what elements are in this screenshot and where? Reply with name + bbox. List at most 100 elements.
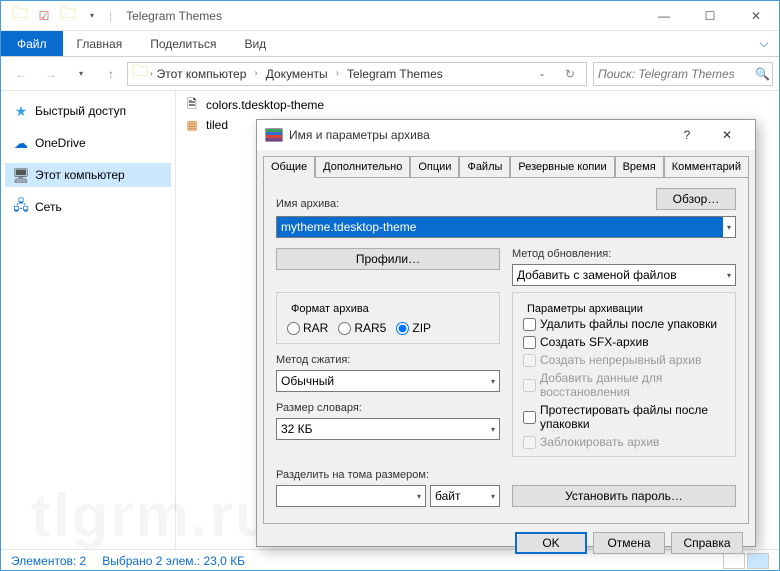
- tab-home[interactable]: Главная: [63, 31, 137, 56]
- split-label: Разделить на тома размером:: [276, 469, 500, 481]
- tab-backup[interactable]: Резервные копии: [510, 156, 614, 177]
- check-solid: Создать непрерывный архив: [523, 351, 725, 369]
- browse-button[interactable]: Обзор…: [656, 188, 736, 210]
- dialog-tabs: Общие Дополнительно Опции Файлы Резервны…: [257, 150, 755, 177]
- close-button[interactable]: ✕: [733, 1, 779, 31]
- dialog-titlebar: Имя и параметры архива ? ✕: [257, 120, 755, 150]
- archive-format-label: Формат архива: [287, 303, 373, 315]
- sidebar-item-onedrive[interactable]: ☁ OneDrive: [5, 131, 171, 155]
- search-input[interactable]: [598, 67, 755, 81]
- folder-icon: 🗀: [130, 64, 150, 84]
- file-name: colors.tdesktop-theme: [206, 98, 324, 112]
- window-title: Telegram Themes: [126, 9, 222, 23]
- tab-share[interactable]: Поделиться: [136, 31, 230, 56]
- compression-value: Обычный: [281, 374, 334, 388]
- compression-label: Метод сжатия:: [276, 354, 500, 366]
- dialog-help-button[interactable]: ?: [667, 120, 707, 150]
- tab-file[interactable]: Файл: [1, 31, 63, 56]
- window-controls: — ☐ ✕: [641, 1, 779, 31]
- sidebar-item-label: Быстрый доступ: [35, 104, 126, 118]
- profiles-button[interactable]: Профили…: [276, 248, 500, 270]
- cancel-button[interactable]: Отмена: [593, 532, 665, 554]
- check-delete-after[interactable]: Удалить файлы после упаковки: [523, 315, 725, 333]
- archive-format-group: Формат архива RAR RAR5 ZIP: [276, 292, 500, 344]
- cloud-icon: ☁: [13, 135, 29, 151]
- computer-icon: 🖥: [13, 167, 29, 183]
- document-icon: 🗎: [184, 97, 200, 113]
- up-button[interactable]: ↑: [97, 60, 125, 88]
- navigation-bar: ← → ▾ ↑ 🗀 › Этот компьютер› Документы› T…: [1, 57, 779, 91]
- winrar-icon: [265, 126, 283, 144]
- breadcrumb-docs[interactable]: Документы: [262, 67, 332, 81]
- quick-access-toolbar: 🗀 ☑ 🗀 ▾ |: [9, 5, 116, 27]
- breadcrumb-folder[interactable]: Telegram Themes: [343, 67, 447, 81]
- split-unit-value: байт: [435, 489, 460, 503]
- check-sfx[interactable]: Создать SFX-архив: [523, 333, 725, 351]
- breadcrumb-dropdown-icon[interactable]: ⌄: [528, 60, 556, 88]
- status-item-count: Элементов: 2: [11, 554, 86, 568]
- sidebar-item-label: OneDrive: [35, 136, 86, 150]
- sidebar: ★ Быстрый доступ ☁ OneDrive 🖥 Этот компь…: [1, 91, 176, 549]
- archive-dialog: Имя и параметры архива ? ✕ Общие Дополни…: [256, 119, 756, 547]
- split-unit-select[interactable]: байт▾: [430, 485, 500, 507]
- status-selection: Выбрано 2 элем.: 23,0 КБ: [102, 554, 245, 568]
- explorer-titlebar: 🗀 ☑ 🗀 ▾ | Telegram Themes — ☐ ✕: [1, 1, 779, 31]
- file-item[interactable]: 🗎 colors.tdesktop-theme: [180, 95, 775, 115]
- update-method-select[interactable]: Добавить с заменой файлов▾: [512, 264, 736, 286]
- archive-params-group: Параметры архивации Удалить файлы после …: [512, 292, 736, 457]
- forward-button[interactable]: →: [37, 60, 65, 88]
- update-method-label: Метод обновления:: [512, 248, 736, 260]
- dictionary-label: Размер словаря:: [276, 402, 500, 414]
- back-button[interactable]: ←: [7, 60, 35, 88]
- archive-params-label: Параметры архивации: [523, 303, 647, 315]
- qat-dropdown-icon[interactable]: ▾: [81, 5, 103, 27]
- sidebar-item-network[interactable]: 🖧 Сеть: [5, 195, 171, 219]
- radio-rar5[interactable]: RAR5: [338, 321, 386, 335]
- checkmark-icon[interactable]: ☑: [33, 5, 55, 27]
- tab-options[interactable]: Опции: [410, 156, 459, 177]
- search-box[interactable]: 🔍: [593, 62, 773, 86]
- ribbon-expand-icon[interactable]: ⌵: [749, 31, 779, 56]
- folder-icon-2: 🗀: [57, 5, 79, 27]
- sidebar-item-pc[interactable]: 🖥 Этот компьютер: [5, 163, 171, 187]
- tab-advanced[interactable]: Дополнительно: [315, 156, 410, 177]
- file-name: tiled: [206, 118, 228, 132]
- dictionary-select[interactable]: 32 КБ▾: [276, 418, 500, 440]
- ok-button[interactable]: OK: [515, 532, 587, 554]
- dialog-title: Имя и параметры архива: [289, 128, 667, 142]
- minimize-button[interactable]: —: [641, 1, 687, 31]
- tab-files[interactable]: Файлы: [459, 156, 510, 177]
- dialog-body: Имя архива: Обзор… mytheme.tdesktop-them…: [263, 177, 749, 524]
- set-password-button[interactable]: Установить пароль…: [512, 485, 736, 507]
- dictionary-value: 32 КБ: [281, 422, 313, 436]
- search-icon[interactable]: 🔍: [755, 67, 770, 81]
- tab-time[interactable]: Время: [615, 156, 664, 177]
- breadcrumb-pc[interactable]: Этот компьютер: [153, 67, 251, 81]
- history-dropdown[interactable]: ▾: [67, 60, 95, 88]
- star-icon: ★: [13, 103, 29, 119]
- dialog-footer: OK Отмена Справка: [257, 524, 755, 562]
- folder-icon: 🗀: [9, 5, 31, 27]
- network-icon: 🖧: [13, 199, 29, 215]
- compression-select[interactable]: Обычный▾: [276, 370, 500, 392]
- tab-view[interactable]: Вид: [230, 31, 280, 56]
- check-test[interactable]: Протестировать файлы после упаковки: [523, 401, 725, 433]
- refresh-button[interactable]: ↻: [556, 60, 584, 88]
- check-lock: Заблокировать архив: [523, 433, 725, 451]
- radio-zip[interactable]: ZIP: [396, 321, 431, 335]
- help-button[interactable]: Справка: [671, 532, 743, 554]
- sidebar-item-label: Сеть: [35, 200, 62, 214]
- tab-general[interactable]: Общие: [263, 156, 315, 178]
- maximize-button[interactable]: ☐: [687, 1, 733, 31]
- archive-name-label: Имя архива:: [276, 198, 644, 210]
- archive-name-value: mytheme.tdesktop-theme: [277, 217, 723, 237]
- dialog-close-button[interactable]: ✕: [707, 120, 747, 150]
- sidebar-item-quick[interactable]: ★ Быстрый доступ: [5, 99, 171, 123]
- radio-rar[interactable]: RAR: [287, 321, 328, 335]
- address-bar[interactable]: 🗀 › Этот компьютер› Документы› Telegram …: [127, 62, 587, 86]
- ribbon: Файл Главная Поделиться Вид ⌵: [1, 31, 779, 57]
- tab-comment[interactable]: Комментарий: [664, 156, 749, 177]
- split-size-input[interactable]: ▾: [276, 485, 426, 507]
- archive-name-input[interactable]: mytheme.tdesktop-theme ▾: [276, 216, 736, 238]
- image-icon: ▦: [184, 117, 200, 133]
